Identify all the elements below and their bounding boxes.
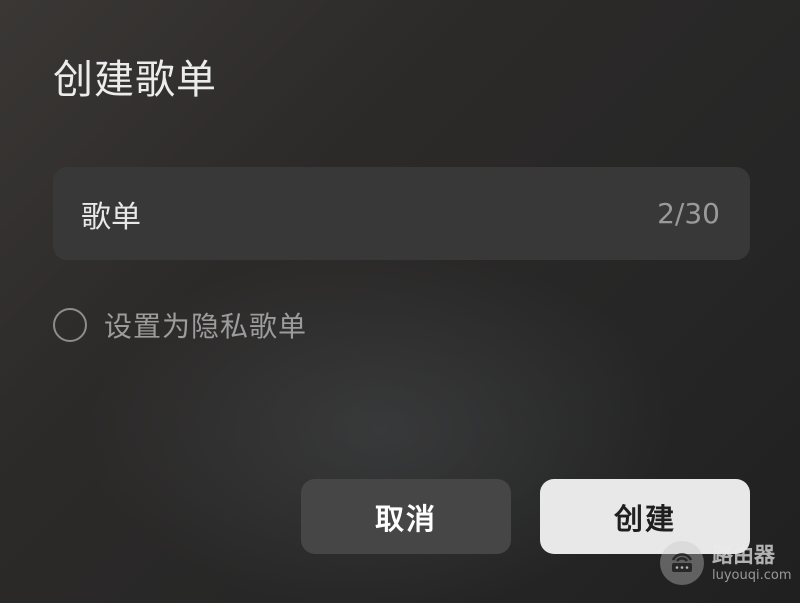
- cancel-button[interactable]: 取消: [301, 479, 511, 554]
- dialog-title: 创建歌单: [53, 57, 217, 103]
- char-count: 2/30: [657, 197, 720, 230]
- watermark-subtext: luyouqi.com: [712, 567, 792, 583]
- private-option-label: 设置为隐私歌单: [104, 310, 308, 343]
- private-playlist-option[interactable]: 设置为隐私歌单: [53, 306, 307, 344]
- router-logo-icon: [660, 541, 704, 585]
- watermark: 路由器 luyouqi.com: [660, 541, 792, 585]
- create-playlist-dialog: 创建歌单 2/30 设置为隐私歌单 取消 创建 路由器 luyouqi.com: [0, 0, 800, 603]
- playlist-name-field[interactable]: 2/30: [53, 167, 750, 260]
- watermark-text: 路由器: [712, 542, 775, 567]
- playlist-name-input[interactable]: [81, 196, 658, 231]
- private-radio-button[interactable]: [53, 308, 87, 342]
